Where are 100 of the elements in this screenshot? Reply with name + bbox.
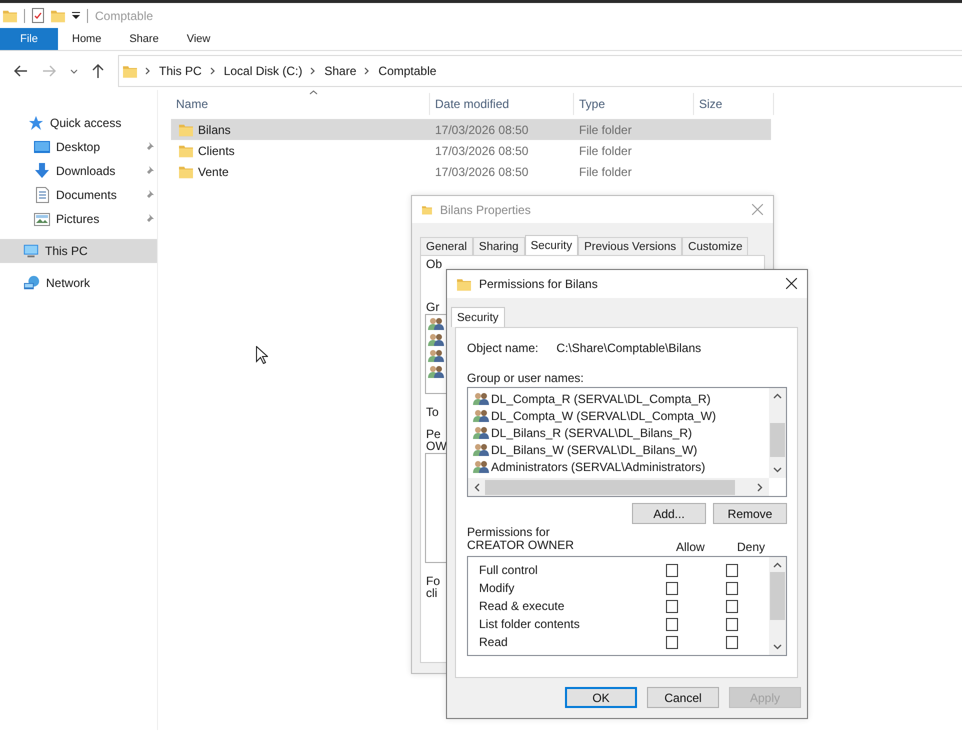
up-arrow-icon[interactable] <box>92 64 104 78</box>
breadcrumb-chevron-icon <box>310 67 316 75</box>
folder-icon <box>179 144 193 158</box>
column-header[interactable]: Name <box>171 93 430 115</box>
recent-locations-caret-icon[interactable] <box>70 68 78 74</box>
sidebar-item[interactable]: Documents <box>0 183 157 207</box>
file-row[interactable]: Vente 17/03/2026 08:50 File folder <box>171 161 771 182</box>
dialog-title: Permissions for Bilans <box>479 277 598 291</box>
group-list[interactable]: DL_Compta_R (SERVAL\DL_Compta_R) DL_Compta_W (SERVAL\DL_Compta_W) DL_Bilans_R (SERVAL\DL_Bilans_R) DL_Bilans_W (SERVAL\DL_Bilans_W) Administrators (SERVAL\Administrators) <box>467 387 787 497</box>
deny-checkbox[interactable] <box>726 600 738 612</box>
sidebar-item[interactable]: Desktop <box>0 135 157 159</box>
dialog-button[interactable]: Add... <box>632 503 706 524</box>
column-header[interactable]: Size <box>694 93 774 115</box>
dialog-button[interactable]: Cancel <box>647 687 719 708</box>
dialog-tab[interactable]: Previous Versions <box>578 237 682 255</box>
close-icon[interactable] <box>786 278 797 289</box>
ribbon-tab[interactable]: Share <box>115 28 173 50</box>
breadcrumb[interactable]: Comptable <box>378 64 436 78</box>
permission-name: Read & execute <box>479 599 566 613</box>
label-text: To <box>426 405 439 419</box>
file-type: File folder <box>578 144 633 158</box>
label-text: Ob <box>426 257 442 271</box>
dialog-button[interactable]: Remove <box>713 503 787 524</box>
dialog-tab[interactable]: Sharing <box>472 237 525 255</box>
group-list-label: Group or user names: <box>467 371 585 385</box>
user-group-icon <box>473 426 489 440</box>
deny-checkbox[interactable] <box>726 636 738 648</box>
label-text: Pe <box>426 427 441 441</box>
picture-icon <box>34 212 50 226</box>
group-list-item[interactable]: DL_Compta_R (SERVAL\DL_Compta_R) <box>473 390 786 407</box>
user-group-icon <box>428 317 444 331</box>
file-row[interactable]: Clients 17/03/2026 08:50 File folder <box>171 140 771 161</box>
permission-name: List folder contents <box>479 617 581 631</box>
group-list-item[interactable]: DL_Compta_W (SERVAL\DL_Compta_W) <box>473 407 786 424</box>
scroll-up-icon[interactable] <box>773 562 782 568</box>
dialog-tab[interactable]: General <box>420 237 473 255</box>
file-menu-tab[interactable]: File <box>0 28 58 50</box>
deny-checkbox[interactable] <box>726 582 738 594</box>
breadcrumb[interactable]: This PC <box>159 64 202 78</box>
dialog-title: Bilans Properties <box>440 202 531 216</box>
allow-checkbox[interactable] <box>666 636 678 648</box>
user-group-icon <box>428 365 444 379</box>
column-header[interactable]: Date modified <box>430 93 574 115</box>
sidebar-item[interactable]: Downloads <box>0 159 157 183</box>
column-header: Deny <box>737 540 766 554</box>
file-type: File folder <box>578 122 633 136</box>
customize-caret-icon[interactable] <box>72 12 80 19</box>
back-arrow-icon[interactable] <box>14 65 28 77</box>
breadcrumb[interactable]: Share <box>324 64 356 78</box>
properties-checklist-icon[interactable] <box>32 8 44 23</box>
file-name: Clients <box>198 144 235 158</box>
scroll-down-icon[interactable] <box>773 644 782 650</box>
date-modified: 17/03/2026 08:50 <box>434 122 530 136</box>
scroll-up-icon[interactable] <box>773 393 782 399</box>
permission-name: Modify <box>479 581 516 595</box>
permission-name: Read <box>479 635 509 649</box>
object-name: C:\Share\Comptable\Bilans <box>556 341 702 357</box>
dialog-tab[interactable]: Security <box>524 235 578 255</box>
date-modified: 17/03/2026 08:50 <box>434 164 530 178</box>
scrollbar[interactable] <box>769 388 786 478</box>
computer-icon <box>23 244 39 258</box>
deny-checkbox[interactable] <box>726 564 738 576</box>
allow-checkbox[interactable] <box>666 600 678 612</box>
permission-name: Full control <box>479 563 539 577</box>
file-name: Bilans <box>198 122 231 136</box>
group-list-item[interactable]: Administrators (SERVAL\Administrators) <box>473 458 786 475</box>
new-folder-icon <box>51 8 65 22</box>
sidebar-item[interactable]: Network <box>0 271 157 295</box>
label-text: Fo <box>426 574 440 588</box>
permissions-label: Permissions for CREATOR OWNER <box>467 526 575 552</box>
mouse-pointer-icon <box>256 346 268 364</box>
address-bar[interactable]: This PC Local Disk (C:) Share Comptable <box>118 55 962 87</box>
sidebar-item[interactable]: Quick access <box>0 111 157 135</box>
file-name: Vente <box>198 164 229 178</box>
label-text: Gr <box>426 300 440 314</box>
breadcrumb-chevron-icon <box>210 67 216 75</box>
dialog-button[interactable]: OK <box>565 687 637 708</box>
group-list-item[interactable]: DL_Bilans_R (SERVAL\DL_Bilans_R) <box>473 424 786 441</box>
column-header[interactable]: Type <box>574 93 694 115</box>
scrollbar[interactable] <box>769 557 786 655</box>
breadcrumb[interactable]: Local Disk (C:) <box>224 64 302 78</box>
allow-checkbox[interactable] <box>666 564 678 576</box>
scroll-down-icon[interactable] <box>773 467 782 473</box>
file-row[interactable]: Bilans 17/03/2026 08:50 File folder <box>171 119 771 140</box>
dialog-tab[interactable]: Security <box>451 307 505 327</box>
deny-checkbox[interactable] <box>726 618 738 630</box>
folder-icon <box>3 8 17 22</box>
allow-checkbox[interactable] <box>666 618 678 630</box>
ribbon-tab[interactable]: View <box>172 28 224 50</box>
scroll-right-icon[interactable] <box>757 482 763 492</box>
ribbon-tab[interactable]: Home <box>58 28 116 50</box>
allow-checkbox[interactable] <box>666 582 678 594</box>
scroll-left-icon[interactable] <box>474 482 480 492</box>
scrollbar[interactable] <box>468 478 769 496</box>
group-list-item[interactable]: DL_Bilans_W (SERVAL\DL_Bilans_W) <box>473 441 786 458</box>
sidebar-item[interactable]: This PC <box>0 239 157 263</box>
dialog-tab[interactable]: Customize <box>682 237 748 255</box>
star-icon <box>29 116 43 130</box>
user-group-icon <box>473 392 489 406</box>
sidebar-item[interactable]: Pictures <box>0 207 157 231</box>
